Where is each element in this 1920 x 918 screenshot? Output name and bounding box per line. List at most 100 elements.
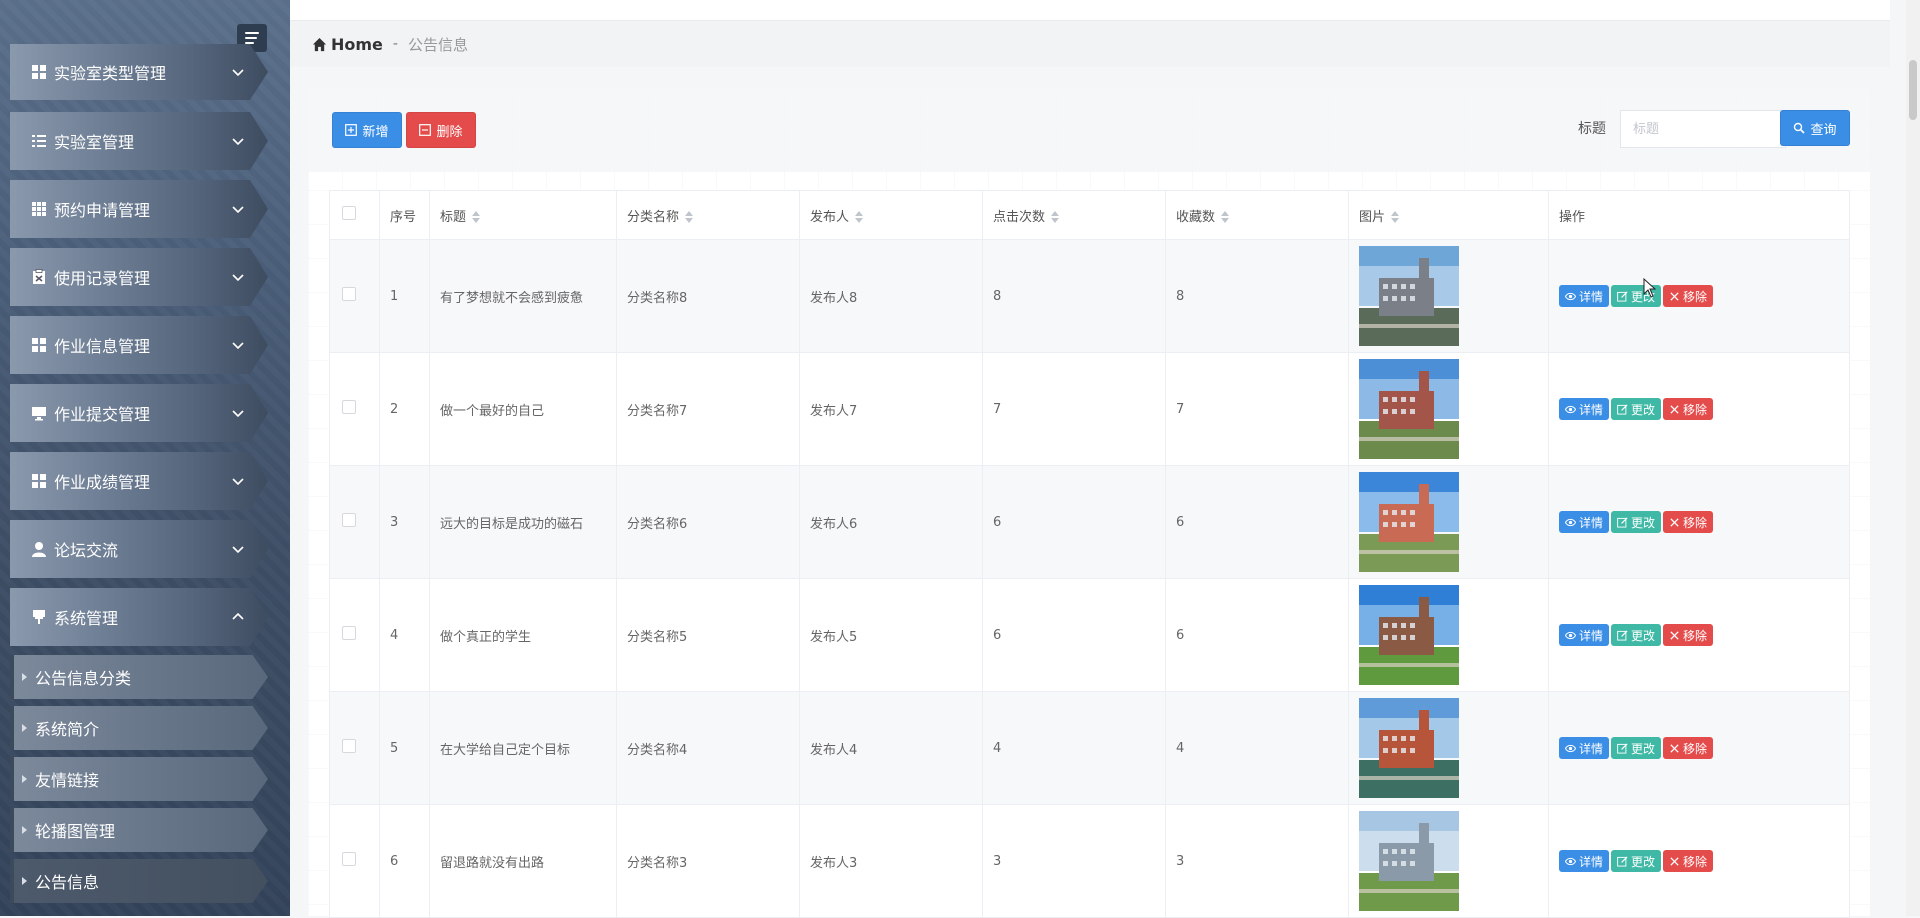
- remove-button[interactable]: 移除: [1663, 850, 1714, 872]
- submenu-item-system-intro[interactable]: 系统简介: [10, 706, 268, 750]
- search-label: 标题: [1578, 121, 1606, 137]
- edit-button[interactable]: 更改: [1611, 850, 1662, 872]
- menu-item-lab[interactable]: 实验室管理: [10, 112, 268, 170]
- column-header-image[interactable]: 图片: [1348, 190, 1549, 240]
- menu-label: 预约申请管理: [54, 201, 151, 220]
- remove-button[interactable]: 移除: [1663, 624, 1714, 646]
- plus-square-icon: [345, 124, 358, 136]
- building-thumbnail-image[interactable]: [1359, 359, 1459, 459]
- menu-item-homework-info[interactable]: 作业信息管理: [10, 316, 268, 374]
- cell-clicks: 6: [982, 578, 1166, 692]
- row-checkbox[interactable]: [342, 287, 356, 301]
- detail-button[interactable]: 详情: [1559, 285, 1610, 307]
- submenu-item-carousel[interactable]: 轮播图管理: [10, 808, 268, 852]
- breadcrumb-home[interactable]: Home: [331, 35, 383, 54]
- breadcrumb-current: 公告信息: [407, 35, 468, 54]
- submenu-item-notice[interactable]: 公告信息: [10, 859, 268, 903]
- building-thumbnail-image[interactable]: [1359, 811, 1459, 911]
- detail-label: 详情: [1579, 854, 1604, 869]
- clipboard-icon: [30, 268, 48, 286]
- menu-item-homework-score[interactable]: 作业成绩管理: [10, 452, 268, 510]
- eye-icon: [1565, 631, 1576, 639]
- delete-button-label: 删除: [436, 124, 463, 140]
- edit-button[interactable]: 更改: [1611, 398, 1662, 420]
- column-header-favorites[interactable]: 收藏数: [1165, 190, 1349, 240]
- menu-item-booking[interactable]: 预约申请管理: [10, 180, 268, 238]
- eye-icon: [1565, 292, 1576, 300]
- detail-button[interactable]: 详情: [1559, 398, 1610, 420]
- edit-icon: [1617, 742, 1628, 754]
- building-thumbnail-image[interactable]: [1359, 472, 1459, 572]
- table-header-row: 序号 标题 分类名称 发布人 点击次数 收藏数 图片 操作: [329, 190, 1850, 240]
- submenu-label: 友情链接: [35, 771, 100, 790]
- building-thumbnail-image[interactable]: [1359, 698, 1459, 798]
- table-row: 5 在大学给自己定个目标 分类名称4 发布人4 4 4 详情 更改 移除: [329, 691, 1850, 805]
- eye-icon: [1565, 744, 1576, 752]
- detail-button[interactable]: 详情: [1559, 850, 1610, 872]
- cell-clicks: 4: [982, 691, 1166, 805]
- detail-button[interactable]: 详情: [1559, 737, 1610, 759]
- sort-icon[interactable]: [1051, 211, 1060, 223]
- submenu-item-notice-category[interactable]: 公告信息分类: [10, 655, 268, 699]
- sort-icon[interactable]: [685, 211, 694, 223]
- remove-label: 移除: [1683, 515, 1708, 530]
- detail-button[interactable]: 详情: [1559, 511, 1610, 533]
- cell-image: [1348, 804, 1549, 918]
- remove-label: 移除: [1683, 628, 1708, 643]
- row-checkbox[interactable]: [342, 739, 356, 753]
- menu-item-system[interactable]: 系统管理: [10, 588, 268, 646]
- edit-button[interactable]: 更改: [1611, 624, 1662, 646]
- menu-item-homework-submit[interactable]: 作业提交管理: [10, 384, 268, 442]
- sort-icon[interactable]: [472, 211, 481, 223]
- cell-publisher: 发布人7: [799, 352, 983, 466]
- submenu-label: 系统简介: [35, 720, 100, 739]
- scrollbar-thumb[interactable]: [1909, 60, 1917, 120]
- row-checkbox[interactable]: [342, 852, 356, 866]
- menu-item-usage-records[interactable]: 使用记录管理: [10, 248, 268, 306]
- top-bar: [290, 0, 1890, 21]
- sort-icon[interactable]: [1391, 211, 1400, 223]
- menu-label: 论坛交流: [54, 541, 119, 560]
- remove-button[interactable]: 移除: [1663, 398, 1714, 420]
- row-checkbox[interactable]: [342, 400, 356, 414]
- building-thumbnail-image[interactable]: [1359, 585, 1459, 685]
- detail-button[interactable]: 详情: [1559, 624, 1610, 646]
- cell-publisher: 发布人8: [799, 239, 983, 353]
- remove-button[interactable]: 移除: [1663, 285, 1714, 307]
- column-header-clicks[interactable]: 点击次数: [982, 190, 1166, 240]
- cell-publisher: 发布人4: [799, 691, 983, 805]
- cell-category: 分类名称4: [616, 691, 800, 805]
- edit-label: 更改: [1631, 515, 1656, 530]
- remove-button[interactable]: 移除: [1663, 511, 1714, 533]
- select-all-checkbox[interactable]: [342, 206, 356, 220]
- search-button[interactable]: 查询: [1780, 110, 1850, 146]
- cell-category: 分类名称3: [616, 804, 800, 918]
- column-header-publisher[interactable]: 发布人: [799, 190, 983, 240]
- menu-item-lab-type[interactable]: 实验室类型管理: [10, 44, 268, 100]
- sort-icon[interactable]: [855, 211, 864, 223]
- cell-image: [1348, 465, 1549, 579]
- search-input[interactable]: [1620, 110, 1786, 148]
- delete-button[interactable]: 删除: [406, 112, 476, 148]
- remove-button[interactable]: 移除: [1663, 737, 1714, 759]
- building-thumbnail-image[interactable]: [1359, 246, 1459, 346]
- cell-actions: 详情 更改 移除: [1548, 465, 1850, 579]
- cell-title: 在大学给自己定个目标: [429, 691, 617, 805]
- column-header-category[interactable]: 分类名称: [616, 190, 800, 240]
- cell-title: 留退路就没有出路: [429, 804, 617, 918]
- row-checkbox[interactable]: [342, 513, 356, 527]
- column-header-title[interactable]: 标题: [429, 190, 617, 240]
- cell-publisher: 发布人3: [799, 804, 983, 918]
- menu-item-forum[interactable]: 论坛交流: [10, 520, 268, 578]
- edit-button[interactable]: 更改: [1611, 737, 1662, 759]
- row-checkbox[interactable]: [342, 626, 356, 640]
- cell-category: 分类名称6: [616, 465, 800, 579]
- submenu-item-friend-links[interactable]: 友情链接: [10, 757, 268, 801]
- edit-button[interactable]: 更改: [1611, 511, 1662, 533]
- page-scrollbar[interactable]: [1906, 0, 1920, 916]
- add-button[interactable]: 新增: [332, 112, 402, 148]
- cell-index: 6: [379, 804, 430, 918]
- cell-index: 3: [379, 465, 430, 579]
- edit-icon: [1617, 629, 1628, 641]
- sort-icon[interactable]: [1221, 211, 1230, 223]
